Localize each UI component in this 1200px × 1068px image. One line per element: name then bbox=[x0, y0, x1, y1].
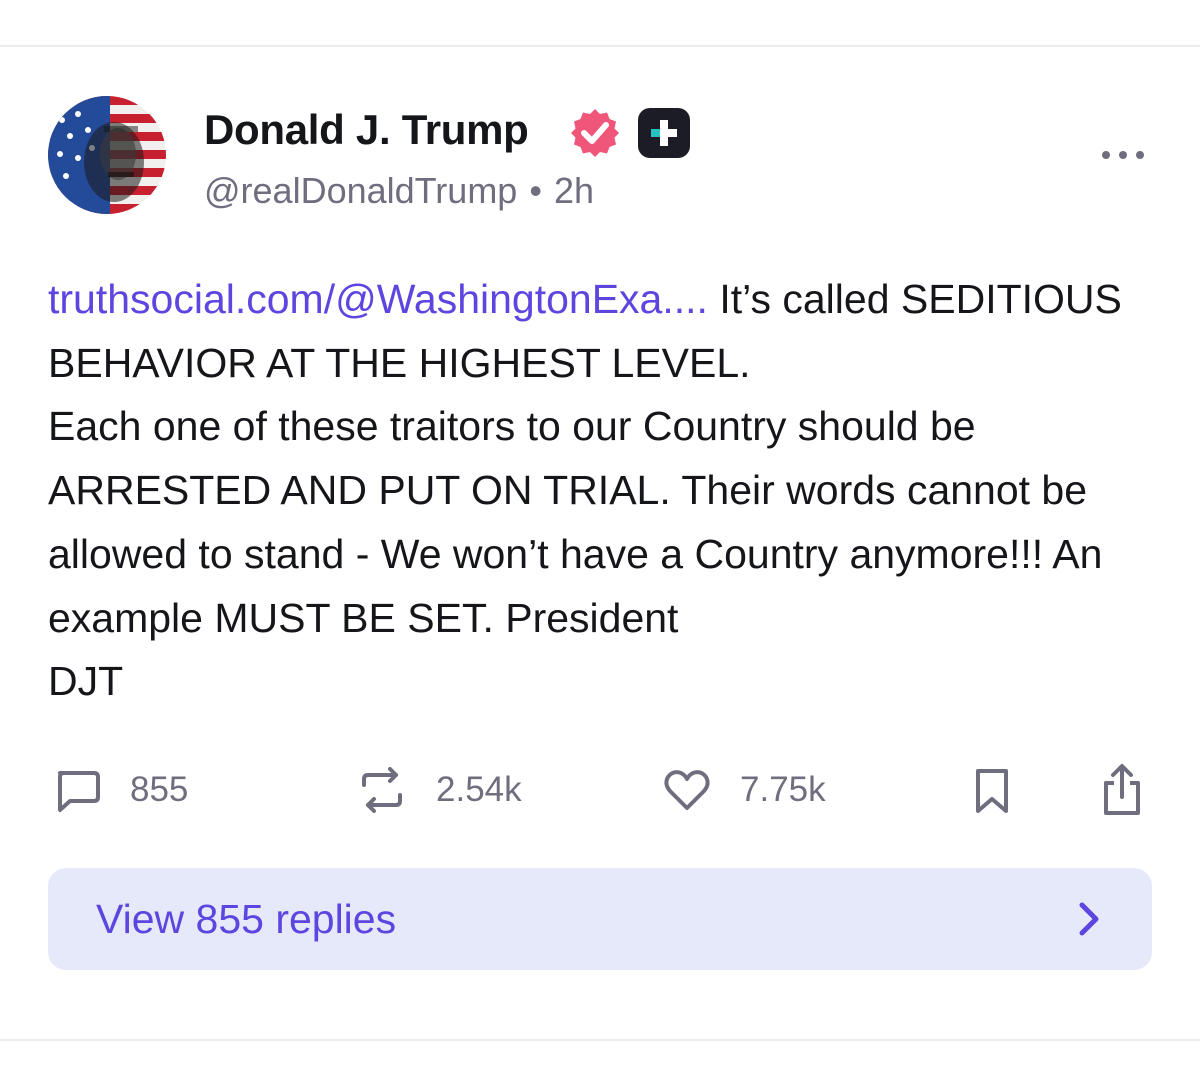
reply-icon bbox=[58, 771, 100, 812]
reply-button[interactable]: 855 bbox=[50, 758, 188, 822]
view-replies-label: View 855 replies bbox=[96, 895, 397, 942]
like-count: 7.75k bbox=[740, 770, 826, 809]
avatar-image bbox=[48, 96, 166, 214]
author-meta: @realDonaldTrump • 2h bbox=[204, 170, 594, 212]
author-handle[interactable]: @realDonaldTrump bbox=[204, 170, 517, 211]
like-button[interactable]: 7.75k bbox=[660, 758, 826, 822]
post-body: truthsocial.com/@WashingtonExa.... It’s … bbox=[48, 268, 1158, 714]
truth-plus-icon bbox=[638, 108, 690, 158]
bookmark-button[interactable] bbox=[972, 758, 1012, 822]
more-options-icon[interactable] bbox=[1098, 142, 1148, 168]
retruth-icon bbox=[362, 767, 402, 813]
view-replies-button[interactable]: View 855 replies bbox=[48, 868, 1152, 970]
author-display-name[interactable]: Donald J. Trump bbox=[204, 106, 529, 154]
retruth-button[interactable]: 2.54k bbox=[354, 758, 522, 822]
truth-post-card: Donald J. Trump @realDonaldTrump • 2h trut… bbox=[0, 0, 1200, 1068]
retruth-count: 2.54k bbox=[436, 770, 522, 809]
post-action-bar: 855 2.54k 7.75k bbox=[0, 758, 1200, 822]
heart-icon bbox=[664, 770, 710, 810]
verified-badge-icon bbox=[568, 106, 622, 160]
avatar[interactable] bbox=[48, 96, 166, 214]
post-timestamp: 2h bbox=[553, 170, 594, 211]
reply-count: 855 bbox=[130, 770, 189, 809]
separator-dot: • bbox=[529, 170, 542, 211]
post-link[interactable]: truthsocial.com/@WashingtonExa.... bbox=[48, 276, 708, 322]
bottom-divider bbox=[0, 1039, 1200, 1041]
top-divider bbox=[0, 45, 1200, 47]
chevron-right-icon bbox=[1079, 902, 1099, 936]
post-text: It’s called SEDITIOUS BEHAVIOR AT THE HI… bbox=[48, 276, 1122, 705]
share-icon bbox=[1104, 764, 1140, 815]
bookmark-icon bbox=[976, 769, 1008, 813]
share-button[interactable] bbox=[1098, 758, 1146, 822]
